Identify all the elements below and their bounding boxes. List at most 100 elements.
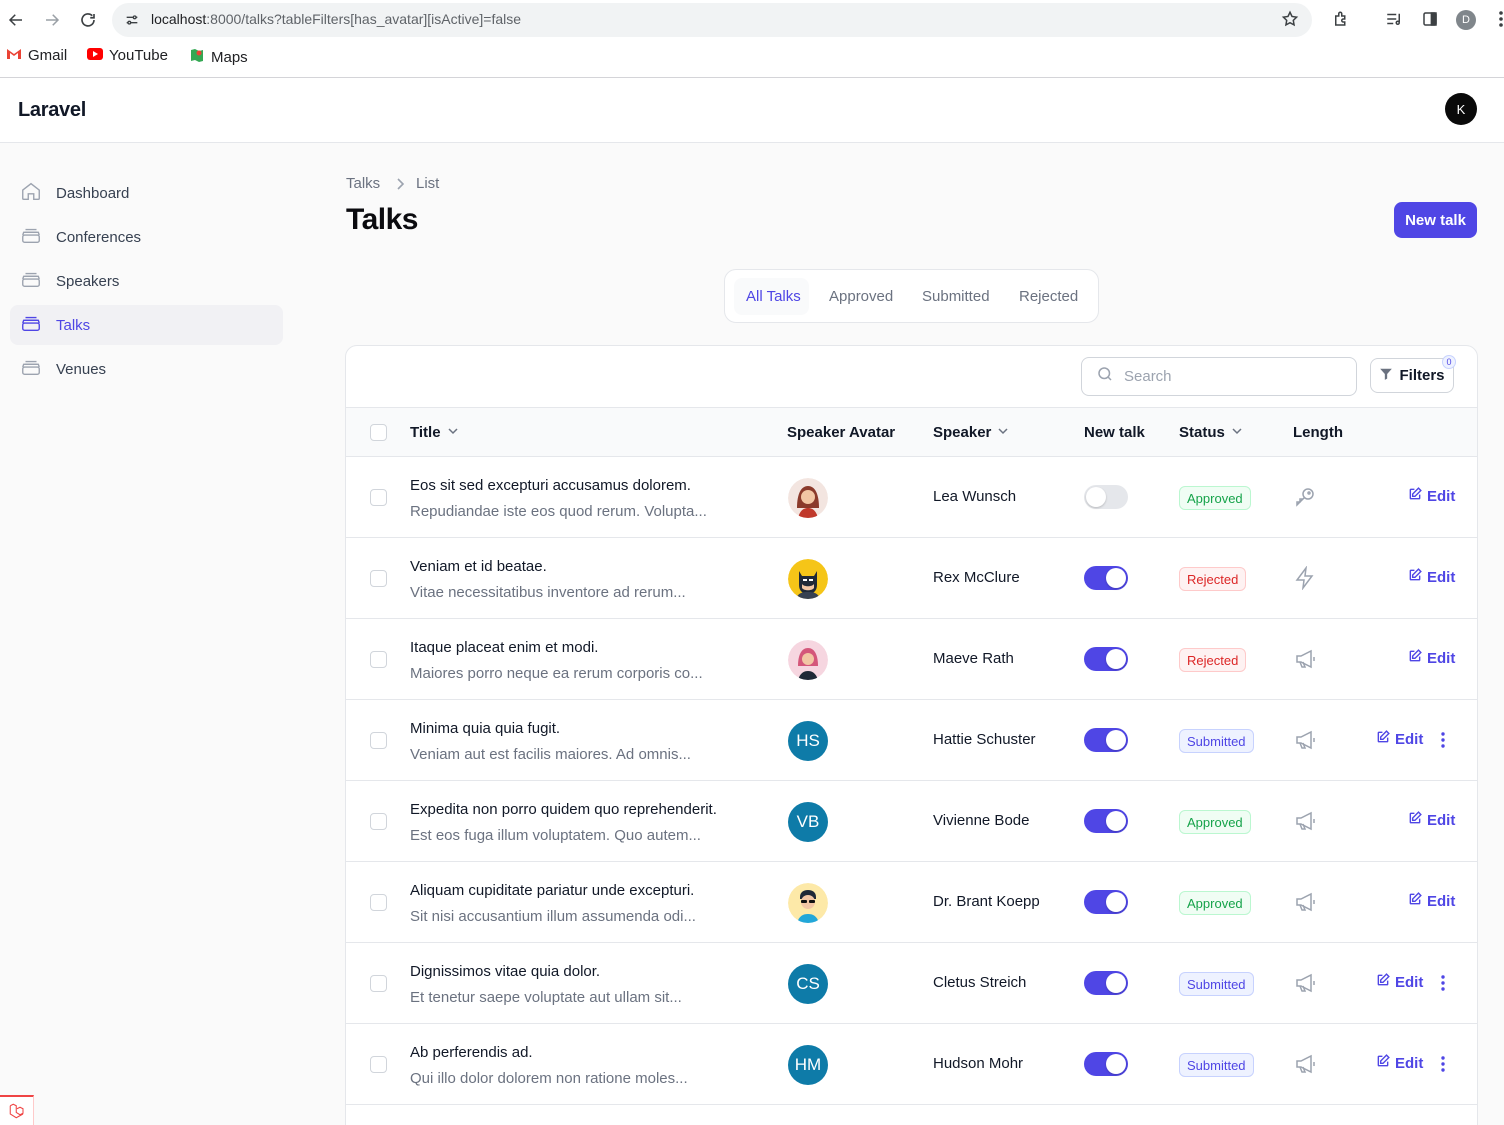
breadcrumb-list: List bbox=[416, 175, 440, 192]
toggle-knob bbox=[1106, 892, 1126, 912]
more-actions-icon[interactable] bbox=[1435, 1053, 1451, 1075]
toggle-knob bbox=[1106, 568, 1126, 588]
speaker-name: Hudson Mohr bbox=[933, 1055, 1024, 1072]
table-row[interactable]: Ab perferendis ad. Qui illo dolor dolore… bbox=[346, 1024, 1477, 1105]
user-avatar[interactable]: K bbox=[1445, 93, 1477, 125]
talk-title: Aliquam cupiditate pariatur unde exceptu… bbox=[410, 882, 695, 899]
key-icon bbox=[1293, 485, 1317, 509]
talk-abstract: Veniam aut est facilis maiores. Ad omnis… bbox=[410, 746, 691, 763]
pencil-square-icon bbox=[1376, 973, 1390, 991]
edit-button[interactable]: Edit bbox=[1376, 730, 1423, 748]
stack-icon bbox=[20, 268, 42, 294]
profile-avatar[interactable]: D bbox=[1456, 10, 1476, 30]
row-checkbox[interactable] bbox=[370, 732, 387, 749]
speaker-name: Lea Wunsch bbox=[933, 488, 1017, 505]
chevron-down-icon bbox=[1231, 424, 1243, 441]
new-talk-toggle[interactable] bbox=[1084, 971, 1128, 995]
speaker-avatar bbox=[788, 559, 828, 599]
more-actions-icon[interactable] bbox=[1435, 729, 1451, 751]
table-row[interactable]: Dignissimos vitae quia dolor. Et tenetur… bbox=[346, 943, 1477, 1024]
tab-all-talks[interactable]: All Talks bbox=[746, 288, 801, 305]
new-talk-toggle[interactable] bbox=[1084, 566, 1128, 590]
toggle-knob bbox=[1086, 487, 1106, 507]
sidebar-item-conferences[interactable]: Conferences bbox=[10, 217, 283, 257]
edit-button[interactable]: Edit bbox=[1408, 487, 1455, 505]
brand-logo[interactable]: Laravel bbox=[18, 99, 86, 122]
tab-approved[interactable]: Approved bbox=[829, 288, 893, 305]
megaphone-icon bbox=[1293, 1052, 1317, 1076]
reload-icon[interactable] bbox=[76, 8, 100, 32]
row-checkbox[interactable] bbox=[370, 813, 387, 830]
tab-submitted[interactable]: Submitted bbox=[922, 288, 990, 305]
search-icon bbox=[1096, 365, 1114, 388]
status-badge: Submitted bbox=[1179, 1053, 1254, 1077]
back-icon[interactable] bbox=[4, 8, 28, 32]
speaker-avatar bbox=[788, 478, 828, 518]
status-badge: Submitted bbox=[1179, 972, 1254, 996]
sidebar-item-venues[interactable]: Venues bbox=[10, 349, 283, 389]
status-badge: Approved bbox=[1179, 810, 1251, 834]
new-talk-toggle[interactable] bbox=[1084, 809, 1128, 833]
speaker-name: Rex McClure bbox=[933, 569, 1020, 586]
new-talk-toggle[interactable] bbox=[1084, 1052, 1128, 1076]
bookmark-maps[interactable]: Maps bbox=[189, 47, 248, 67]
table-row[interactable]: Minima quia quia fugit. Veniam aut est f… bbox=[346, 700, 1477, 781]
forward-icon[interactable] bbox=[40, 8, 64, 32]
row-checkbox[interactable] bbox=[370, 651, 387, 668]
table-row[interactable]: Eos sit sed excepturi accusamus dolorem.… bbox=[346, 457, 1477, 538]
media-icon[interactable] bbox=[1383, 8, 1405, 30]
breadcrumb-talks[interactable]: Talks bbox=[346, 175, 380, 192]
select-all-checkbox[interactable] bbox=[370, 424, 387, 441]
row-checkbox[interactable] bbox=[370, 570, 387, 587]
edit-button[interactable]: Edit bbox=[1408, 811, 1455, 829]
new-talk-toggle[interactable] bbox=[1084, 728, 1128, 752]
megaphone-icon bbox=[1293, 647, 1317, 671]
talk-title: Ab perferendis ad. bbox=[410, 1044, 533, 1061]
search-input[interactable] bbox=[1124, 368, 1334, 385]
sidebar-item-speakers[interactable]: Speakers bbox=[10, 261, 283, 301]
speaker-name: Cletus Streich bbox=[933, 974, 1027, 991]
site-info-icon[interactable] bbox=[120, 8, 144, 32]
row-checkbox[interactable] bbox=[370, 894, 387, 911]
talk-abstract: Sit nisi accusantium illum assumenda odi… bbox=[410, 908, 696, 925]
filter-icon bbox=[1379, 367, 1393, 385]
url-text[interactable]: localhost:8000/talks?tableFilters[has_av… bbox=[151, 11, 521, 27]
side-panel-icon[interactable] bbox=[1419, 8, 1441, 30]
column-title[interactable]: Title bbox=[410, 424, 459, 441]
bookmark-youtube[interactable]: YouTube bbox=[87, 47, 168, 64]
pencil-square-icon bbox=[1408, 649, 1422, 667]
edit-button[interactable]: Edit bbox=[1376, 1054, 1423, 1072]
new-talk-button[interactable]: New talk bbox=[1394, 202, 1477, 238]
row-checkbox[interactable] bbox=[370, 975, 387, 992]
row-checkbox[interactable] bbox=[370, 1056, 387, 1073]
new-talk-toggle[interactable] bbox=[1084, 890, 1128, 914]
status-tabs: All Talks Approved Submitted Rejected bbox=[724, 269, 1099, 323]
extensions-icon[interactable] bbox=[1330, 8, 1352, 30]
talk-title: Dignissimos vitae quia dolor. bbox=[410, 963, 601, 980]
laravel-debug-icon[interactable] bbox=[0, 1095, 34, 1125]
bookmark-star-icon[interactable] bbox=[1279, 8, 1301, 30]
new-talk-toggle[interactable] bbox=[1084, 485, 1128, 509]
stack-icon bbox=[20, 224, 42, 250]
column-status[interactable]: Status bbox=[1179, 424, 1243, 441]
megaphone-icon bbox=[1293, 809, 1317, 833]
bookmark-gmail[interactable]: Gmail bbox=[6, 47, 67, 64]
new-talk-toggle[interactable] bbox=[1084, 647, 1128, 671]
tab-rejected[interactable]: Rejected bbox=[1019, 288, 1078, 305]
edit-button[interactable]: Edit bbox=[1376, 973, 1423, 991]
more-actions-icon[interactable] bbox=[1435, 972, 1451, 994]
edit-button[interactable]: Edit bbox=[1408, 892, 1455, 910]
table-row[interactable]: Veniam et id beatae. Vitae necessitatibu… bbox=[346, 538, 1477, 619]
table-row[interactable]: Itaque placeat enim et modi. Maiores por… bbox=[346, 619, 1477, 700]
edit-button[interactable]: Edit bbox=[1408, 649, 1455, 667]
table-row[interactable]: Expedita non porro quidem quo reprehende… bbox=[346, 781, 1477, 862]
row-checkbox[interactable] bbox=[370, 489, 387, 506]
search-field[interactable] bbox=[1081, 357, 1357, 396]
table-row[interactable]: Aliquam cupiditate pariatur unde exceptu… bbox=[346, 862, 1477, 943]
menu-dots-icon[interactable] bbox=[1490, 8, 1504, 30]
talk-abstract: Et tenetur saepe voluptate aut ullam sit… bbox=[410, 989, 682, 1006]
sidebar-item-dashboard[interactable]: Dashboard bbox=[10, 173, 283, 213]
sidebar-item-talks[interactable]: Talks bbox=[10, 305, 283, 345]
column-speaker[interactable]: Speaker bbox=[933, 424, 1009, 441]
edit-button[interactable]: Edit bbox=[1408, 568, 1455, 586]
